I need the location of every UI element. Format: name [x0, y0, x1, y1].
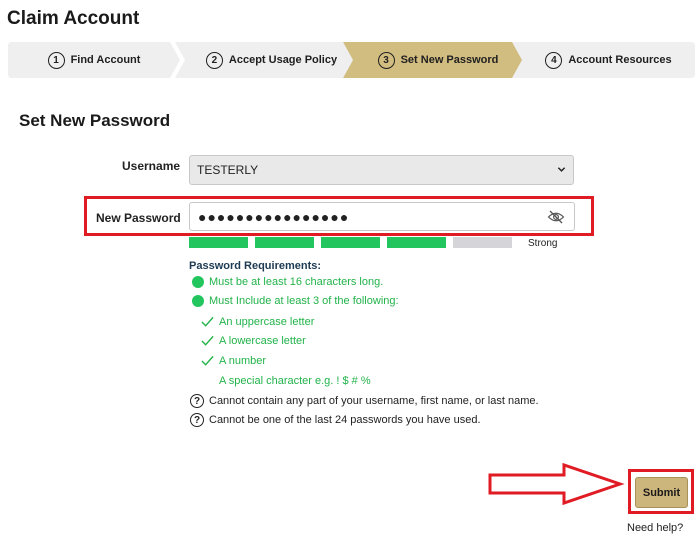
- requirements-title: Password Requirements:: [189, 260, 322, 272]
- check-circle-icon: [192, 295, 204, 307]
- strength-segment: [453, 237, 512, 248]
- eye-slash-icon[interactable]: [547, 209, 565, 225]
- step-find-account[interactable]: 1 Find Account: [8, 42, 180, 78]
- requirement-subitem: An uppercase letter: [201, 316, 314, 328]
- question-circle-icon: ?: [190, 413, 204, 427]
- requirement-text: Must be at least 16 characters long.: [209, 276, 384, 288]
- password-value: ●●●●●●●●●●●●●●●●: [198, 208, 350, 225]
- step-label: Set New Password: [400, 54, 499, 66]
- username-select[interactable]: TESTERLY: [189, 155, 574, 185]
- strength-segment: [189, 237, 248, 248]
- strength-segment: [387, 237, 446, 248]
- chevron-down-icon: [557, 167, 566, 172]
- requirement-subitem: A number: [201, 355, 266, 367]
- progress-stepper: 1 Find Account 2 Accept Usage Policy 3 S…: [8, 42, 695, 78]
- step-label: Accept Usage Policy: [228, 54, 338, 66]
- step-number: 2: [205, 51, 223, 69]
- arrow-right-icon: [488, 462, 625, 506]
- requirement-item: ? Cannot contain any part of your userna…: [190, 394, 539, 408]
- page-title: Claim Account: [7, 8, 140, 29]
- check-circle-icon: [192, 276, 204, 288]
- requirement-text: Must Include at least 3 of the following…: [209, 295, 399, 307]
- new-password-label: New Password: [96, 211, 181, 225]
- requirement-text: A special character e.g. ! $ # %: [219, 375, 371, 387]
- requirement-text: Cannot contain any part of your username…: [209, 395, 539, 407]
- strength-segment: [321, 237, 380, 248]
- requirement-text: An uppercase letter: [219, 316, 315, 328]
- step-number: 3: [377, 51, 395, 69]
- requirement-item: Must be at least 16 characters long.: [192, 276, 383, 288]
- submit-button[interactable]: Submit: [635, 477, 688, 508]
- checkmark-icon: [201, 335, 214, 346]
- username-value: TESTERLY: [197, 163, 259, 177]
- step-accept-usage-policy[interactable]: 2 Accept Usage Policy: [175, 42, 356, 78]
- step-number: 4: [545, 51, 563, 69]
- step-set-new-password[interactable]: 3 Set New Password: [343, 42, 525, 78]
- new-password-input[interactable]: ●●●●●●●●●●●●●●●●: [189, 202, 575, 231]
- step-account-resources[interactable]: 4 Account Resources: [512, 42, 695, 78]
- requirement-text: A number: [219, 355, 267, 367]
- requirement-subitem: A lowercase letter: [201, 335, 306, 347]
- requirement-item: ? Cannot be one of the last 24 passwords…: [190, 413, 481, 427]
- step-label: Find Account: [70, 54, 141, 66]
- checkmark-icon: [201, 355, 214, 366]
- strength-label: Strong: [528, 238, 558, 249]
- requirement-text: Cannot be one of the last 24 passwords y…: [209, 414, 481, 426]
- username-label: Username: [122, 159, 181, 173]
- requirement-item: Must Include at least 3 of the following…: [192, 295, 399, 307]
- need-help-link[interactable]: Need help?: [627, 522, 683, 534]
- requirement-subitem: A special character e.g. ! $ # %: [219, 375, 371, 387]
- step-number: 1: [47, 51, 65, 69]
- requirement-text: A lowercase letter: [219, 335, 306, 347]
- strength-segment: [255, 237, 314, 248]
- step-label: Account Resources: [568, 54, 672, 66]
- question-circle-icon: ?: [190, 394, 204, 408]
- section-title: Set New Password: [19, 111, 171, 130]
- checkmark-icon: [201, 316, 214, 327]
